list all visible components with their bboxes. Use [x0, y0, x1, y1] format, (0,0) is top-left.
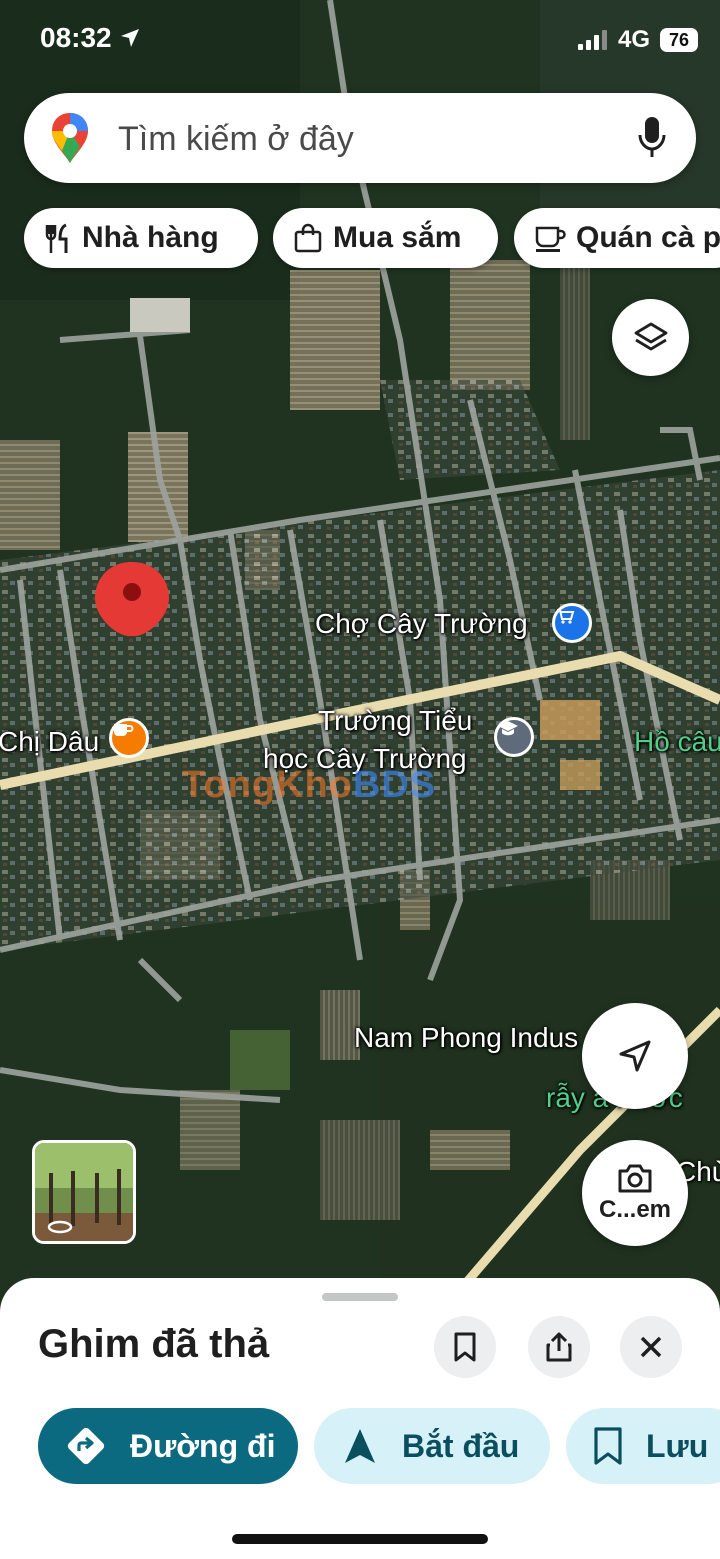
chip-coffee[interactable]: Quán cà p — [514, 208, 720, 268]
restaurant-icon — [45, 223, 68, 253]
place-sheet[interactable]: Ghim đã thả Đường đi Bắt đầu Lưu — [0, 1278, 720, 1559]
watermark: TongKhoBDS — [182, 764, 437, 806]
maps-logo-icon — [52, 113, 88, 163]
shopping-bag-icon — [294, 223, 322, 253]
coffee-icon — [535, 226, 566, 252]
layers-icon — [634, 322, 667, 350]
home-indicator[interactable] — [232, 1534, 488, 1544]
save-label: Lưu — [646, 1427, 709, 1464]
street-view-thumbnail[interactable] — [32, 1140, 136, 1244]
drag-handle[interactable] — [322, 1293, 398, 1301]
status-indicators: 4G 76 — [577, 26, 698, 54]
chip-label: Quán cà p — [576, 221, 720, 254]
search-bar[interactable] — [24, 93, 696, 183]
search-input[interactable] — [116, 115, 600, 163]
close-button[interactable] — [620, 1316, 682, 1378]
share-icon — [546, 1332, 572, 1362]
start-button[interactable]: Bắt đầu — [314, 1408, 550, 1484]
camera-search-button[interactable]: C...em — [582, 1140, 688, 1246]
status-bar: 08:32 4G 76 — [0, 0, 720, 80]
chip-label: Nhà hàng — [82, 221, 219, 254]
directions-button[interactable]: Đường đi — [38, 1408, 298, 1484]
directions-label: Đường đi — [130, 1427, 276, 1464]
navigation-icon — [345, 1429, 375, 1463]
market-label[interactable]: Chợ Cây Trường — [315, 608, 528, 640]
mic-icon[interactable] — [638, 115, 666, 159]
camera-icon — [618, 1164, 652, 1193]
navigate-button[interactable] — [582, 1003, 688, 1109]
network-label: 4G — [617, 26, 650, 53]
chip-label: Mua sắm — [333, 221, 462, 254]
share-button[interactable] — [528, 1316, 590, 1378]
sheet-title: Ghim đã thả — [38, 1322, 270, 1366]
industrial-label[interactable]: Nam Phong Indus — [354, 1022, 578, 1054]
navigation-arrow-icon — [619, 1040, 651, 1072]
chip-shopping[interactable]: Mua sắm — [273, 208, 498, 268]
lake-label[interactable]: Hồ câu — [634, 726, 720, 758]
save-icon-button[interactable] — [434, 1316, 496, 1378]
directions-icon — [67, 1427, 105, 1465]
chip-restaurants[interactable]: Nhà hàng — [24, 208, 258, 268]
layers-button[interactable] — [612, 299, 689, 376]
signal-icon — [577, 30, 607, 50]
rotate-360-icon — [47, 1220, 73, 1234]
close-icon — [640, 1336, 662, 1358]
cafe-poi-icon[interactable] — [109, 718, 149, 758]
camera-label: C...em — [598, 1196, 672, 1223]
bookmark-icon — [454, 1332, 476, 1362]
battery-icon: 76 — [660, 28, 698, 52]
save-button[interactable]: Lưu — [566, 1408, 720, 1484]
start-label: Bắt đầu — [402, 1427, 520, 1464]
location-arrow-icon — [121, 29, 140, 47]
status-time: 08:32 — [40, 22, 141, 54]
cafe-label[interactable]: Chị Dâu — [0, 726, 99, 758]
market-poi-icon[interactable] — [552, 603, 592, 643]
school-poi-icon[interactable] — [494, 717, 534, 757]
school-label-line1[interactable]: Trường Tiểu — [318, 705, 472, 737]
bookmark-icon — [594, 1427, 622, 1465]
